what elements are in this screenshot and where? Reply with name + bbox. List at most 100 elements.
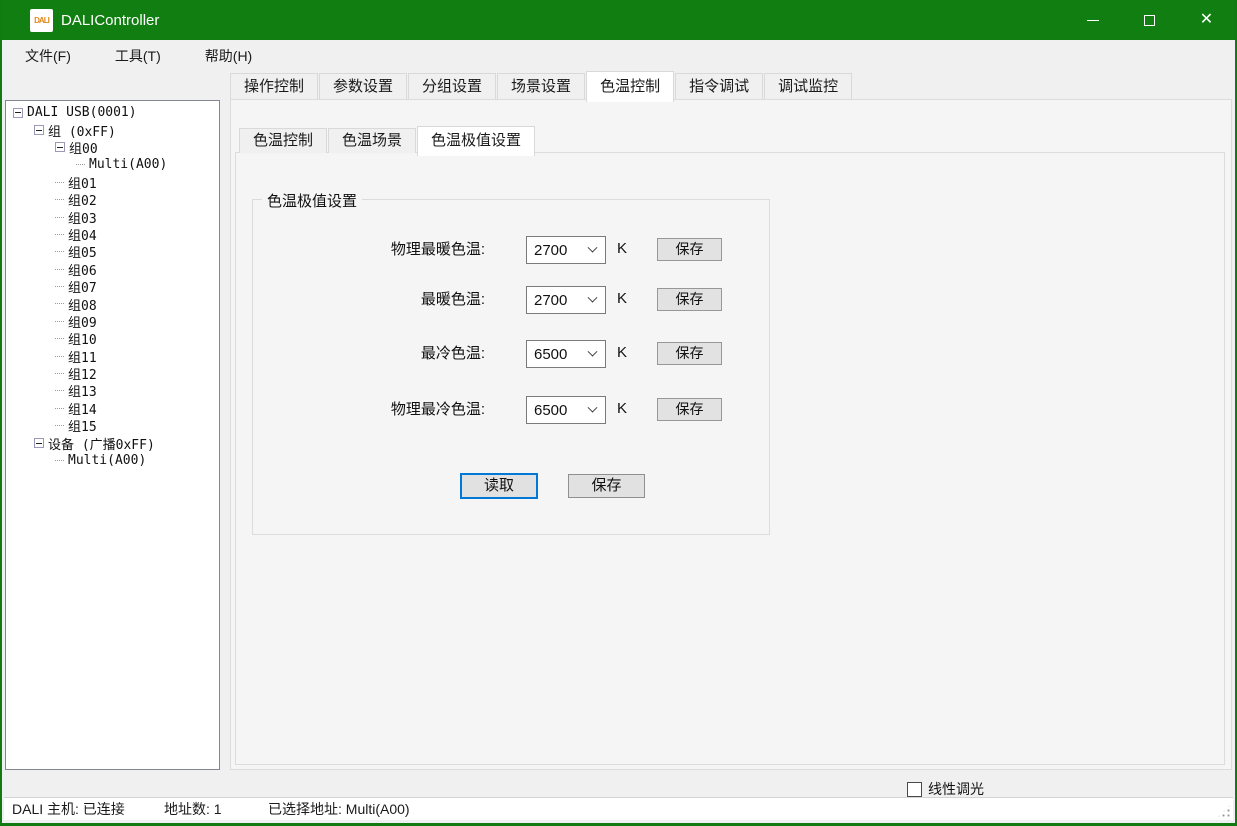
ct-extreme-groupbox: 色温极值设置 物理最暖色温:2700K保存最暖色温:2700K保存最冷色温:65… — [252, 199, 770, 535]
read-button[interactable]: 读取 — [460, 473, 538, 499]
main-tab-3[interactable]: 分组设置 — [408, 73, 496, 99]
tree-item-label: 组03 — [68, 208, 97, 227]
status-address-count: 地址数: 1 — [164, 798, 222, 820]
ct-row-label: 物理最暖色温: — [253, 236, 485, 264]
tree-item-label: 组14 — [68, 399, 97, 418]
main-tab-1[interactable]: 操作控制 — [230, 73, 318, 99]
save-all-button[interactable]: 保存 — [568, 474, 645, 498]
main-tab-7[interactable]: 调试监控 — [764, 73, 852, 99]
tree-item-label: 组07 — [68, 277, 97, 296]
tree-connector — [55, 199, 64, 200]
tree-item[interactable]: 设备 (广播0xFF) — [6, 434, 219, 451]
tree-collapse-icon[interactable] — [34, 125, 44, 135]
tree-item-label: 组08 — [68, 295, 97, 314]
tree-collapse-icon[interactable] — [13, 108, 23, 118]
tree-item[interactable]: Multi(A00) — [6, 452, 219, 469]
maximize-icon — [1144, 15, 1155, 26]
menu-tools[interactable]: 工具(T) — [102, 41, 174, 71]
tree-connector — [55, 182, 64, 183]
tree-item[interactable]: Multi(A00) — [6, 156, 219, 173]
linear-dimming-checkbox[interactable] — [907, 782, 922, 797]
ct-unit-label: K — [617, 396, 627, 422]
tree-connector — [55, 286, 64, 287]
tree-connector — [55, 390, 64, 391]
window-title: DALIController — [61, 12, 159, 29]
tree-connector — [55, 425, 64, 426]
menu-help[interactable]: 帮助(H) — [192, 41, 265, 71]
action-button-row: 读取 保存 — [253, 473, 769, 501]
tree-item-label: 组04 — [68, 225, 97, 244]
sub-tab-2[interactable]: 色温场景 — [328, 128, 416, 153]
main-tab-5[interactable]: 色温控制 — [586, 71, 674, 102]
tree-collapse-icon[interactable] — [55, 142, 65, 152]
status-host-connection: DALI 主机: 已连接 — [12, 798, 125, 820]
tree-connector — [55, 251, 64, 252]
tree-item[interactable]: 组14 — [6, 400, 219, 417]
ct-unit-label: K — [617, 286, 627, 312]
minimize-icon — [1087, 20, 1099, 21]
minimize-button[interactable] — [1064, 0, 1121, 40]
app-icon: DALI — [30, 9, 53, 32]
tree-item[interactable]: 组09 — [6, 313, 219, 330]
tree-collapse-icon[interactable] — [34, 438, 44, 448]
ct-setting-row: 物理最暖色温: 2700 K 保存 — [253, 236, 769, 264]
ct-row-save-button[interactable]: 保存 — [657, 398, 722, 421]
ct-value-combobox[interactable]: 2700 — [526, 236, 606, 264]
ct-value-combobox[interactable]: 2700 — [526, 286, 606, 314]
sub-tab-1[interactable]: 色温控制 — [239, 128, 327, 153]
ct-unit-label: K — [617, 340, 627, 366]
tree-item[interactable]: 组08 — [6, 295, 219, 312]
linear-dimming-option: 线性调光 — [907, 779, 984, 799]
main-tab-4[interactable]: 场景设置 — [497, 73, 585, 99]
tree-item-label: 组15 — [68, 416, 97, 435]
tree-item[interactable]: 组11 — [6, 347, 219, 364]
sub-tab-3[interactable]: 色温极值设置 — [417, 126, 535, 156]
ct-value-combobox[interactable]: 6500 — [526, 396, 606, 424]
tree-connector — [55, 303, 64, 304]
tree-item[interactable]: 组03 — [6, 208, 219, 225]
tree-item[interactable]: 组02 — [6, 191, 219, 208]
tree-connector — [55, 321, 64, 322]
app-icon-text: DALI — [34, 16, 49, 25]
ct-setting-row: 物理最冷色温: 6500 K 保存 — [253, 396, 769, 424]
ct-value: 6500 — [534, 346, 567, 363]
ct-extreme-settings-page: 色温极值设置 物理最暖色温:2700K保存最暖色温:2700K保存最冷色温:65… — [235, 152, 1225, 765]
groupbox-title: 色温极值设置 — [262, 190, 362, 211]
main-tab-6[interactable]: 指令调试 — [675, 73, 763, 99]
tree-connector — [76, 164, 85, 165]
tree-item[interactable]: 组06 — [6, 261, 219, 278]
tree-item[interactable]: 组 (0xFF) — [6, 121, 219, 138]
tree-item-label: 组09 — [68, 312, 97, 331]
tree-item-label: 组13 — [68, 381, 97, 400]
ct-row-save-button[interactable]: 保存 — [657, 288, 722, 311]
tree-item[interactable]: 组10 — [6, 330, 219, 347]
status-bar: DALI 主机: 已连接 地址数: 1 已选择地址: Multi(A00) — [4, 797, 1233, 820]
tree-item-label: 组05 — [68, 242, 97, 261]
window-controls: ✕ — [1064, 0, 1235, 40]
tree-item[interactable]: 组04 — [6, 226, 219, 243]
ct-value-combobox[interactable]: 6500 — [526, 340, 606, 368]
ct-row-label: 物理最冷色温: — [253, 396, 485, 424]
ct-value: 2700 — [534, 242, 567, 259]
ct-row-save-button[interactable]: 保存 — [657, 342, 722, 365]
tree-connector — [55, 217, 64, 218]
title-bar: DALI DALIController ✕ — [2, 0, 1235, 40]
tree-item-label: 组12 — [68, 364, 97, 383]
main-tab-2[interactable]: 参数设置 — [319, 73, 407, 99]
maximize-button[interactable] — [1121, 0, 1178, 40]
tree-connector — [55, 460, 64, 461]
tree-item[interactable]: 组01 — [6, 174, 219, 191]
tree-item[interactable]: DALI USB(0001) — [6, 104, 219, 121]
tree-item[interactable]: 组15 — [6, 417, 219, 434]
tree-item[interactable]: 组07 — [6, 278, 219, 295]
menu-file[interactable]: 文件(F) — [12, 41, 84, 71]
ct-unit-label: K — [617, 236, 627, 262]
close-button[interactable]: ✕ — [1178, 0, 1235, 40]
tree-item[interactable]: 组13 — [6, 382, 219, 399]
tree-item[interactable]: 组00 — [6, 139, 219, 156]
tree-item-label: 组11 — [68, 347, 97, 366]
tree-item[interactable]: 组05 — [6, 243, 219, 260]
resize-grip[interactable] — [1217, 804, 1231, 818]
tree-item[interactable]: 组12 — [6, 365, 219, 382]
ct-row-save-button[interactable]: 保存 — [657, 238, 722, 261]
